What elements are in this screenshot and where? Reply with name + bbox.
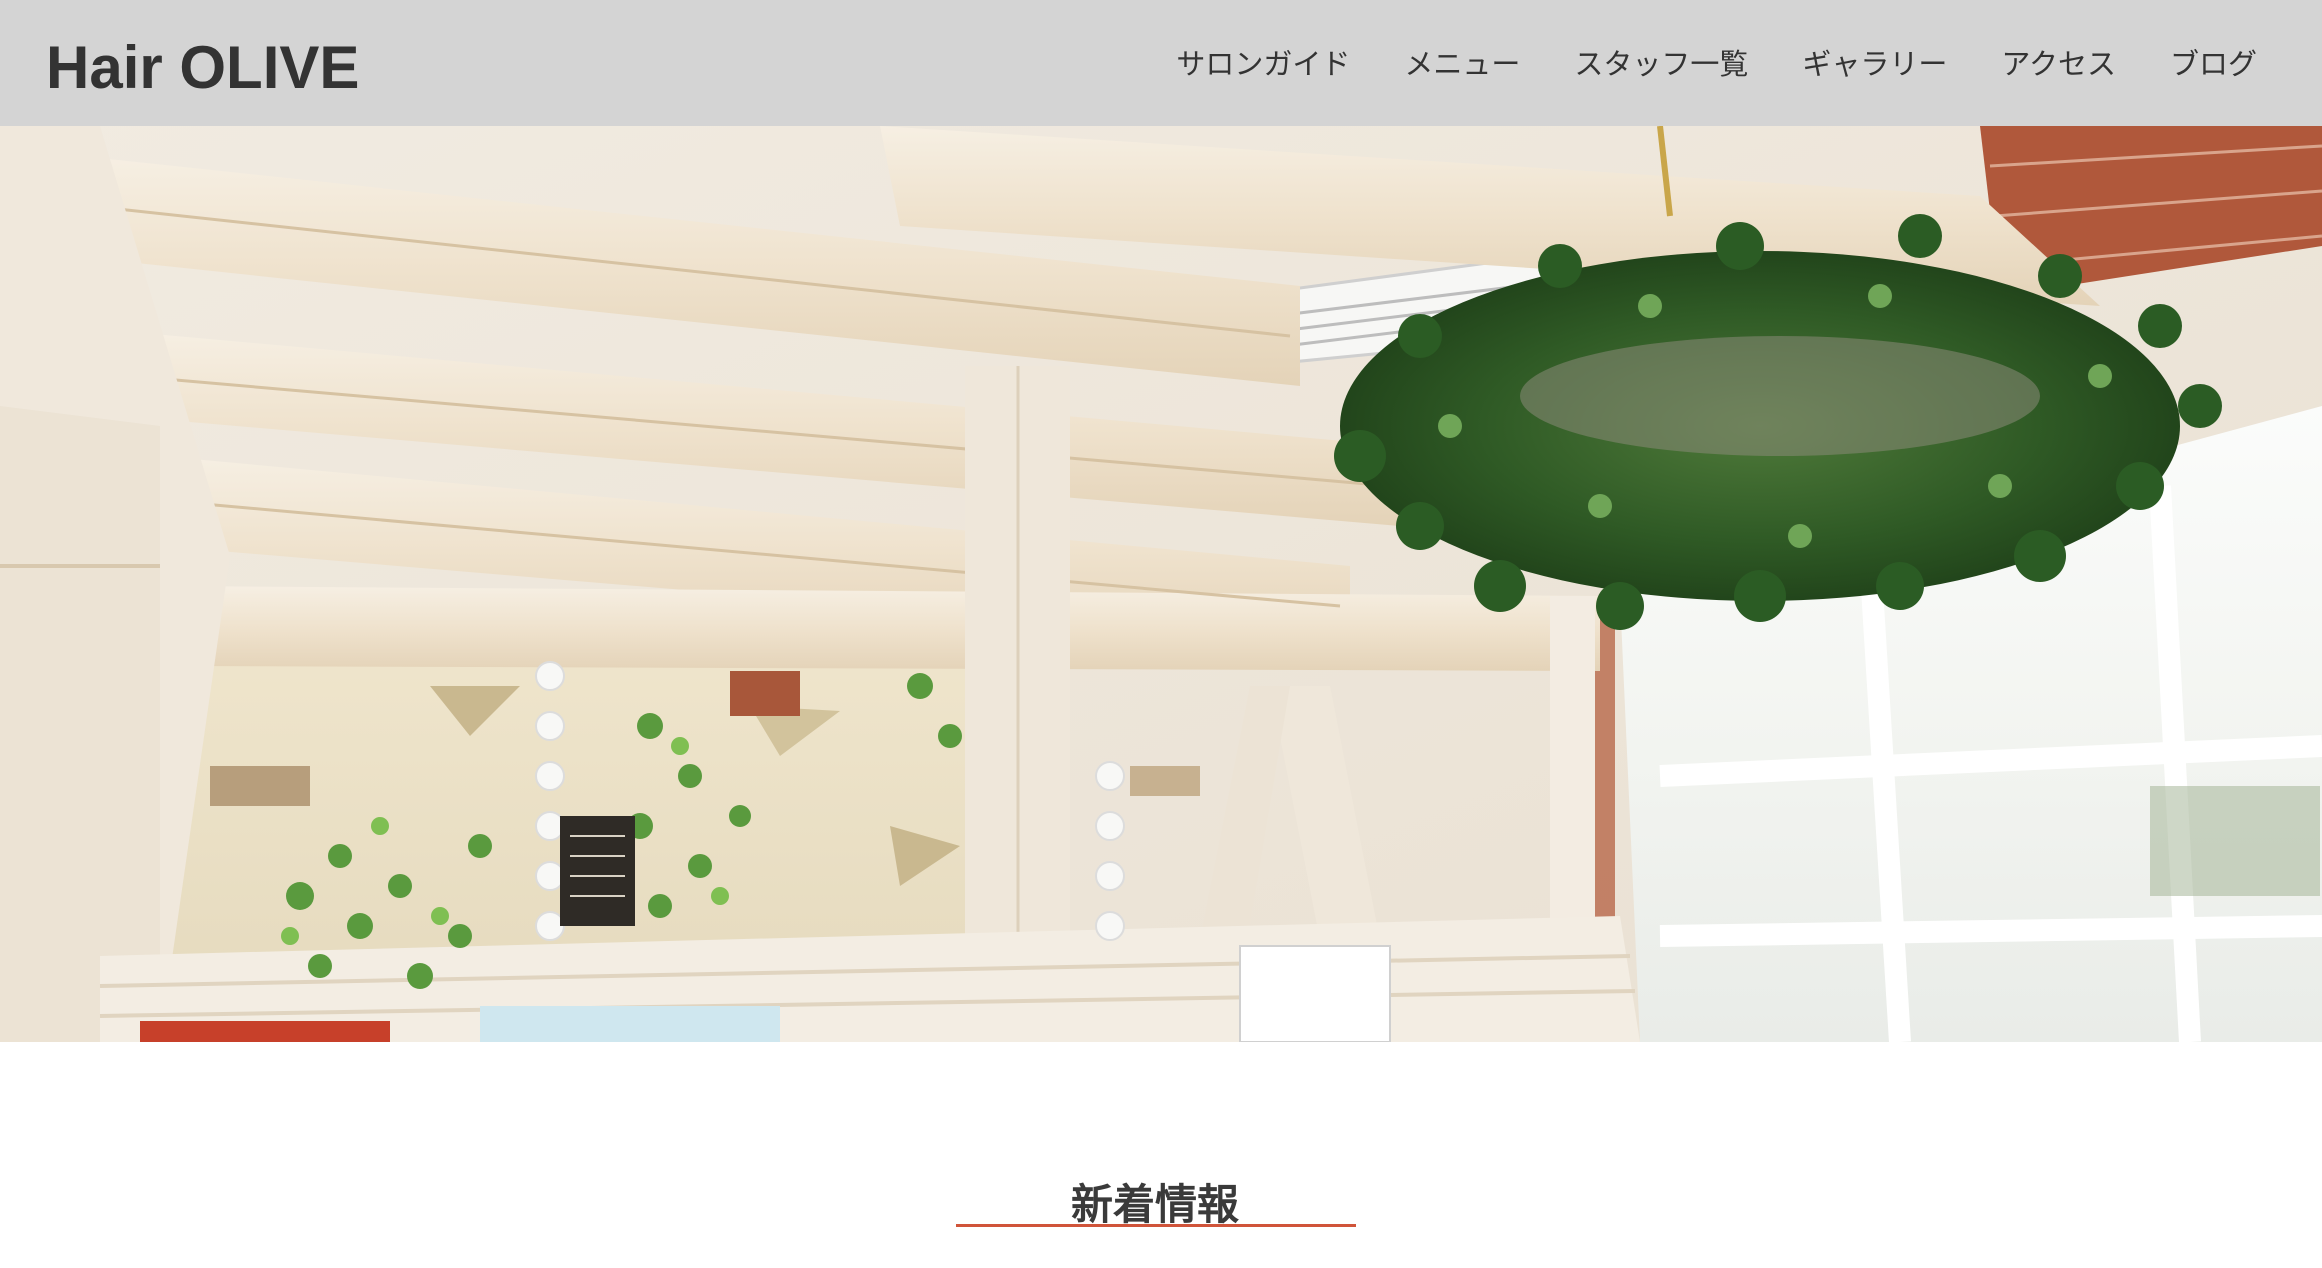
title-underline [956,1224,1356,1227]
nav-access[interactable]: アクセス [2001,42,2116,86]
salon-interior-photo [0,126,2322,1042]
nav-gallery[interactable]: ギャラリー [1802,42,1947,86]
site-logo[interactable]: Hair OLIVE [46,32,359,104]
nav-staff-list[interactable]: スタッフ一覧 [1574,42,1748,86]
main-nav: サロンガイド メニュー スタッフ一覧 ギャラリー アクセス ブログ [1176,42,2257,86]
site-header: Hair OLIVE サロンガイド メニュー スタッフ一覧 ギャラリー アクセス… [0,0,2322,126]
hero-image [0,126,2322,1042]
nav-menu[interactable]: メニュー [1404,42,1520,86]
nav-blog[interactable]: ブログ [2170,42,2257,86]
nav-salon-guide[interactable]: サロンガイド [1176,42,1350,86]
